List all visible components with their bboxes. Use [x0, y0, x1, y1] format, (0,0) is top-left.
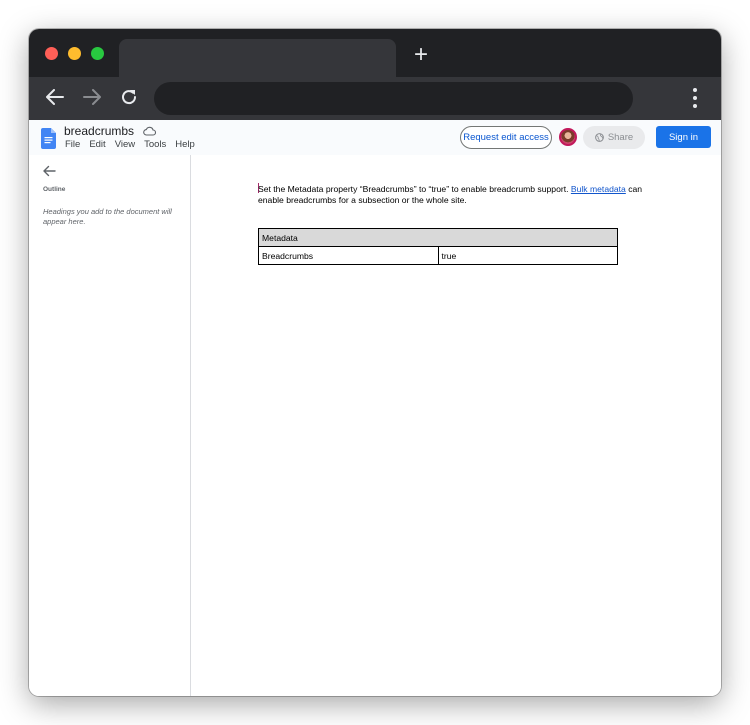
back-button[interactable]: [43, 85, 67, 109]
paragraph-text: Set the Metadata property “Breadcrumbs” …: [258, 184, 569, 194]
menu-file[interactable]: File: [65, 139, 80, 150]
document-title[interactable]: breadcrumbs: [64, 124, 134, 138]
menu-edit[interactable]: Edit: [89, 139, 105, 150]
metadata-table: Metadata Breadcrumbs true: [258, 228, 618, 265]
browser-tab[interactable]: [119, 39, 396, 77]
title-bar: +: [29, 29, 721, 77]
arrow-left-icon: [46, 89, 64, 105]
table-cell-key: Breadcrumbs: [258, 246, 439, 265]
globe-icon: [594, 133, 604, 142]
document-paragraph[interactable]: Set the Metadata property “Breadcrumbs” …: [258, 183, 648, 206]
forward-button[interactable]: [80, 85, 104, 109]
avatar[interactable]: [559, 128, 577, 146]
close-window-button[interactable]: [45, 47, 58, 60]
menu-view[interactable]: View: [115, 139, 135, 150]
docs-menubar: File Edit View Tools Help: [65, 139, 204, 150]
address-bar[interactable]: [154, 82, 633, 115]
google-docs-icon[interactable]: [41, 128, 56, 149]
sign-in-button[interactable]: Sign in: [656, 126, 711, 148]
arrow-right-icon: [83, 89, 101, 105]
docs-header: breadcrumbs File Edit View Tools Help Re…: [29, 120, 721, 155]
vertical-dots-icon: [693, 96, 697, 100]
reload-button[interactable]: [117, 85, 141, 109]
share-label: Share: [607, 132, 634, 143]
menu-tools[interactable]: Tools: [144, 139, 166, 150]
browser-toolbar: [29, 77, 721, 120]
outline-heading: Outline: [43, 186, 66, 193]
outline-sidebar: Outline Headings you add to the document…: [29, 155, 191, 696]
new-tab-button[interactable]: +: [411, 43, 431, 67]
bulk-metadata-link[interactable]: Bulk metadata: [571, 184, 626, 194]
vertical-dots-icon: [693, 88, 697, 92]
document-area[interactable]: Set the Metadata property “Breadcrumbs” …: [192, 155, 721, 696]
browser-window: + breadcrumbs File Edit View Tools Help …: [29, 29, 721, 696]
outline-hint: Headings you add to the document will ap…: [43, 207, 172, 226]
vertical-dots-icon: [693, 104, 697, 108]
cloud-saved-icon[interactable]: [143, 126, 156, 136]
browser-menu-button[interactable]: [685, 85, 705, 111]
minimize-window-button[interactable]: [68, 47, 81, 60]
table-row: Breadcrumbs true: [258, 246, 618, 265]
menu-help[interactable]: Help: [175, 139, 195, 150]
maximize-window-button[interactable]: [91, 47, 104, 60]
table-header: Metadata: [258, 228, 618, 247]
table-cell-value: true: [437, 246, 618, 265]
reload-icon: [122, 90, 137, 105]
arrow-left-icon[interactable]: [42, 165, 56, 177]
request-edit-access-button[interactable]: Request edit access: [460, 126, 552, 149]
share-button[interactable]: Share: [583, 126, 645, 149]
